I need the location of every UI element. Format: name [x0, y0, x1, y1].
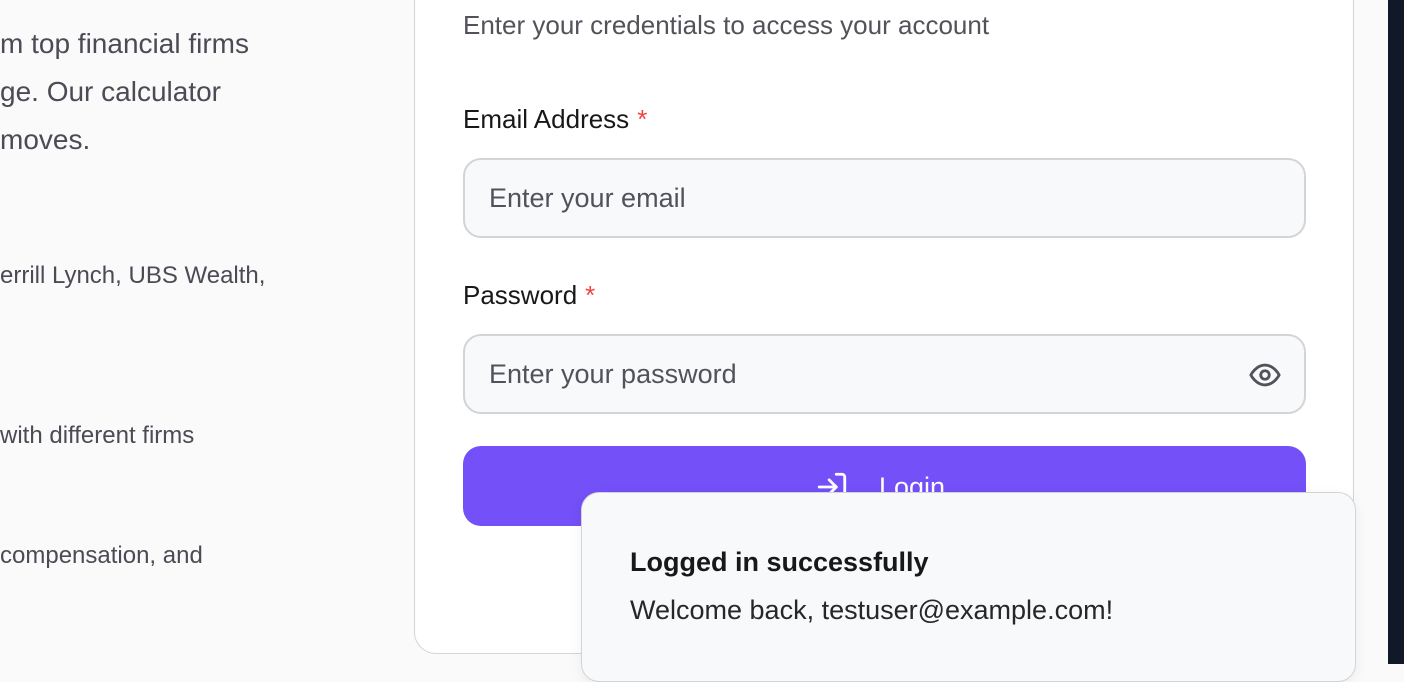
right-edge-panel [1388, 0, 1404, 664]
login-subtitle: Enter your credentials to access your ac… [463, 10, 990, 40]
feature-text: errill Lynch, UBS Wealth, [0, 262, 266, 289]
toast-message: Welcome back, testuser@example.com! [630, 595, 1114, 625]
email-field-wrapper [463, 158, 1306, 238]
feature-text: with different firms [0, 422, 195, 449]
password-label-text: Password [463, 280, 578, 310]
toast-title: Logged in successfully [630, 547, 929, 577]
password-field-wrapper [463, 334, 1306, 414]
eye-icon[interactable] [1248, 358, 1282, 392]
hero-line: m top financial firms [0, 28, 249, 59]
required-asterisk: * [637, 104, 648, 134]
password-input[interactable] [489, 336, 1229, 412]
hero-line: ge. Our calculator [0, 76, 221, 107]
email-label-text: Email Address [463, 104, 630, 134]
required-asterisk: * [585, 280, 596, 310]
success-toast[interactable]: Logged in successfully Welcome back, tes… [581, 492, 1356, 682]
hero-line: moves. [0, 124, 91, 155]
email-input[interactable] [489, 160, 1229, 236]
email-label: Email Address * [463, 104, 647, 135]
password-label: Password * [463, 280, 595, 311]
hero-description: m top financial firms ge. Our calculator… [0, 20, 249, 164]
feature-text: compensation, and [0, 542, 203, 569]
